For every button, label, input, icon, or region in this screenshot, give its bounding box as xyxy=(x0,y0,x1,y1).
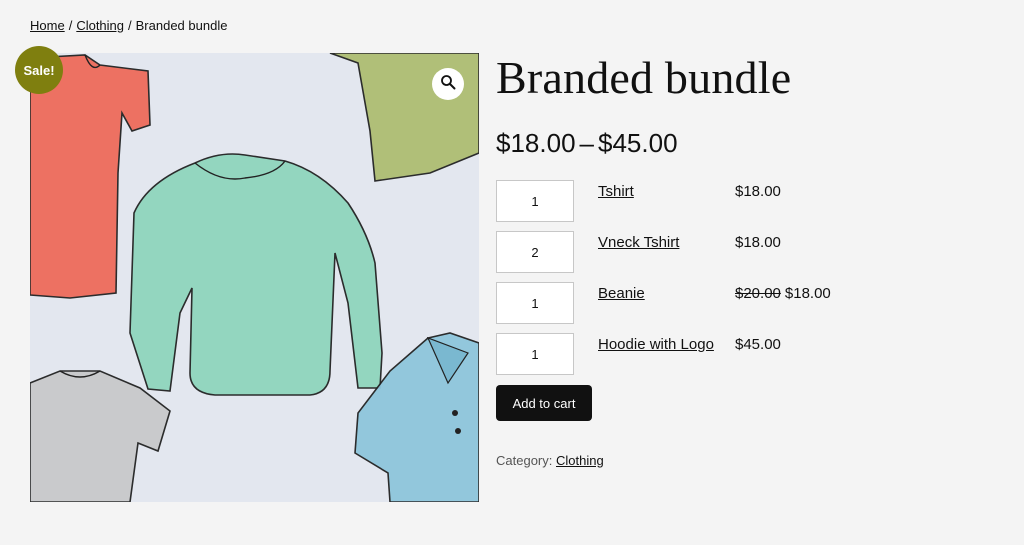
product-price-range: $18.00– $45.00 xyxy=(496,128,678,159)
grouped-row: Vneck Tshirt $18.00 xyxy=(496,231,916,282)
product-link-hoodie-with-logo[interactable]: Hoodie with Logo xyxy=(598,336,714,353)
quantity-input-tshirt[interactable] xyxy=(496,180,574,222)
product-image[interactable] xyxy=(30,53,479,502)
product-link-tshirt[interactable]: Tshirt xyxy=(598,183,634,200)
quantity-input-beanie[interactable] xyxy=(496,282,574,324)
current-price: $18.00 xyxy=(735,183,781,200)
item-price: $18.00 xyxy=(735,183,781,200)
breadcrumb-clothing-link[interactable]: Clothing xyxy=(76,18,124,33)
item-price: $45.00 xyxy=(735,336,781,353)
product-link-vneck-tshirt[interactable]: Vneck Tshirt xyxy=(598,234,679,251)
price-min: $18.00 xyxy=(496,128,576,158)
product-summary: Branded bundle $18.00–$45.00 Tshirt $18.… xyxy=(496,50,996,468)
grouped-row: Beanie $20.00$18.00 xyxy=(496,282,916,333)
grouped-products-table: Tshirt $18.00 Vneck Tshirt $18.00 Beanie… xyxy=(496,180,916,384)
zoom-button[interactable] xyxy=(432,68,464,100)
item-price: $20.00 $18.00 xyxy=(735,285,831,302)
add-to-cart-button[interactable]: Add to cart xyxy=(496,385,592,421)
product-meta: Category: Clothing xyxy=(496,453,604,468)
current-price: $45.00 xyxy=(735,336,781,353)
search-icon xyxy=(440,74,456,95)
quantity-input-hoodie-with-logo[interactable] xyxy=(496,333,574,375)
breadcrumb-separator: / xyxy=(68,18,73,33)
price-max: $45.00 xyxy=(598,128,678,158)
product-link-beanie[interactable]: Beanie xyxy=(598,285,645,302)
item-price: $18.00 xyxy=(735,234,781,251)
product-title: Branded bundle xyxy=(496,52,792,103)
current-price: $18.00 xyxy=(735,234,781,251)
breadcrumb-separator: / xyxy=(128,18,132,33)
breadcrumb-home-link[interactable]: Home xyxy=(30,18,65,33)
breadcrumb: Home / Clothing / Branded bundle xyxy=(30,18,227,33)
price-separator: – xyxy=(579,128,594,158)
breadcrumb-current: Branded bundle xyxy=(135,18,228,33)
tshirts-illustration xyxy=(30,53,479,502)
original-price: $20.00 xyxy=(735,285,781,302)
quantity-input-vneck-tshirt[interactable] xyxy=(496,231,574,273)
category-link-clothing[interactable]: Clothing xyxy=(556,453,604,468)
category-label: Category: xyxy=(496,453,553,468)
sale-price: $18.00 xyxy=(784,285,831,302)
grouped-row: Tshirt $18.00 xyxy=(496,180,916,231)
sale-badge: Sale! xyxy=(15,46,63,94)
grouped-row: Hoodie with Logo $45.00 xyxy=(496,333,916,384)
